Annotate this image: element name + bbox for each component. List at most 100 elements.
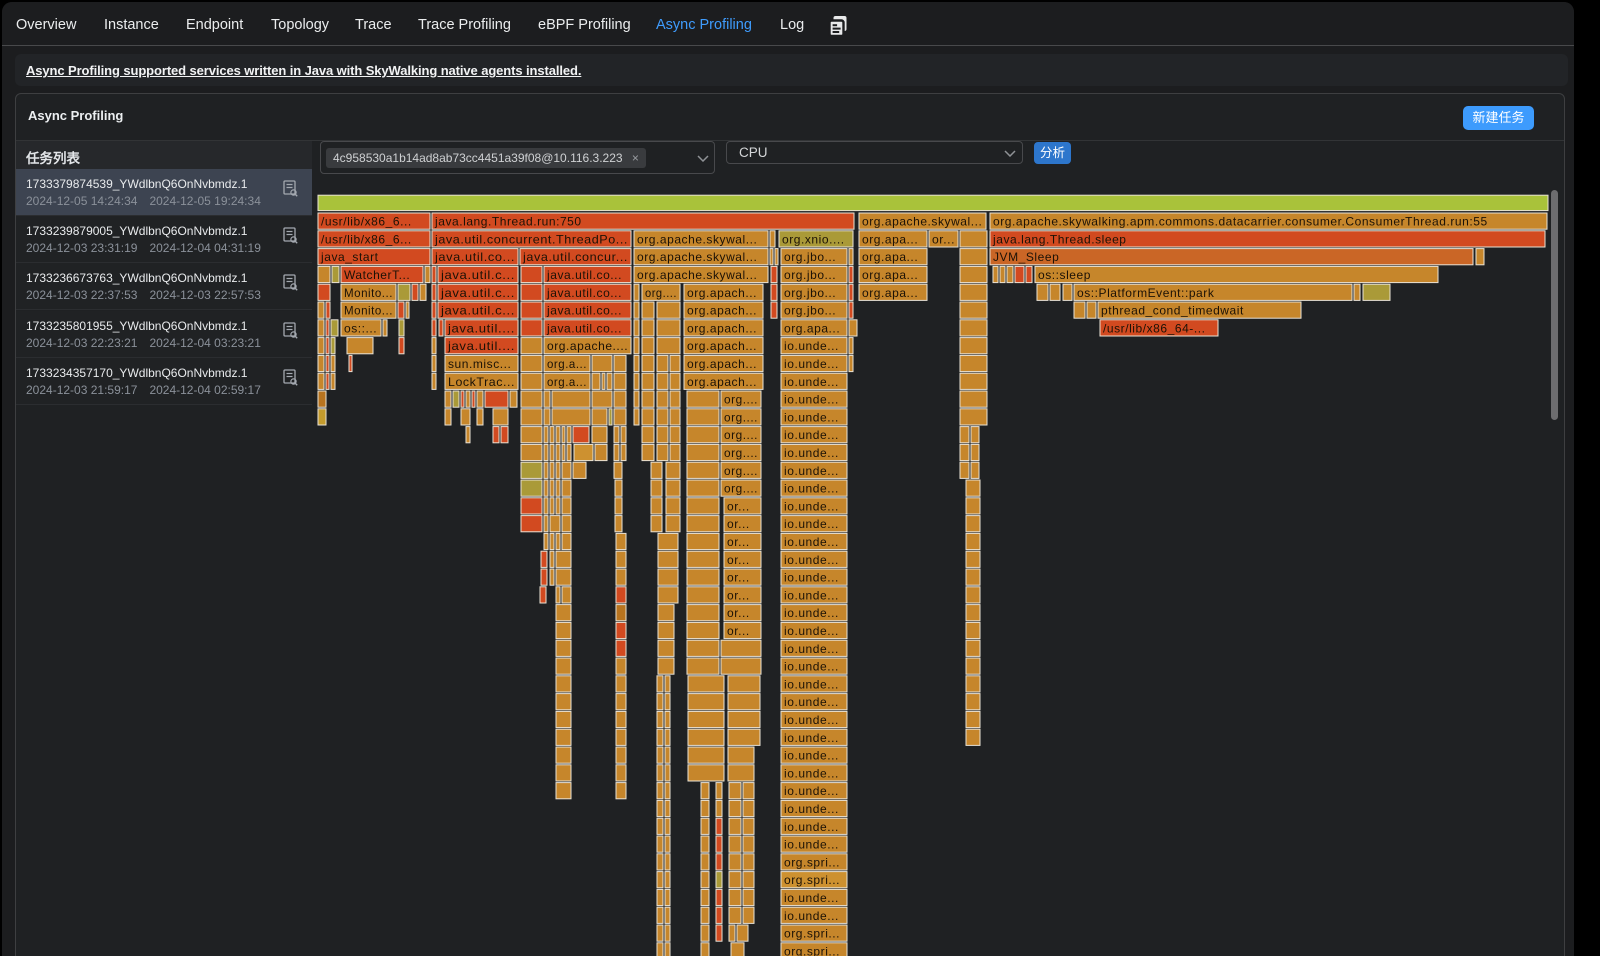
svg-text:org.apa...: org.apa... (862, 232, 918, 246)
svg-text:io.unde...: io.unde... (784, 446, 839, 460)
svg-text:java.util.concurrent.ThreadPo.: java.util.concurrent.ThreadPo... (434, 232, 628, 246)
svg-text:org....: org.... (724, 464, 758, 478)
svg-text:or...: or... (727, 499, 750, 513)
svg-text:os::...: os::... (344, 321, 377, 335)
svg-text:org....: org.... (724, 410, 758, 424)
svg-text:org.apache.skywalking.apm.comm: org.apache.skywalking.apm.commons.dataca… (993, 215, 1488, 229)
svg-text:java.util.concur...: java.util.concur... (522, 250, 628, 264)
svg-text:java.util.c...: java.util.c... (440, 268, 515, 282)
svg-text:org....: org.... (724, 428, 758, 442)
svg-text:or...: or... (727, 588, 750, 602)
svg-text:or...: or... (727, 571, 750, 585)
svg-text:org.a...: org.a... (547, 375, 587, 389)
svg-text:or...: or... (727, 624, 750, 638)
svg-text:io.unde...: io.unde... (784, 784, 839, 798)
svg-text:org.apache....: org.apache.... (547, 339, 628, 353)
svg-text:io.unde...: io.unde... (784, 357, 839, 371)
svg-text:org.apache.skywal...: org.apache.skywal... (637, 268, 757, 282)
svg-text:org.jbo...: org.jbo... (784, 250, 836, 264)
svg-text:JVM_Sleep: JVM_Sleep (993, 250, 1059, 264)
svg-text:io.unde...: io.unde... (784, 606, 839, 620)
svg-text:org....: org.... (724, 482, 758, 496)
svg-text:pthread_cond_timedwait: pthread_cond_timedwait (1101, 304, 1244, 318)
svg-text:io.unde...: io.unde... (784, 713, 839, 727)
svg-text:org....: org.... (724, 393, 758, 407)
svg-text:org.apache.skywal...: org.apache.skywal... (637, 250, 757, 264)
svg-text:io.unde...: io.unde... (784, 588, 839, 602)
svg-text:/usr/lib/x86_6...: /usr/lib/x86_6... (321, 215, 412, 229)
svg-text:io.unde...: io.unde... (784, 410, 839, 424)
svg-text:os::PlatformEvent::park: os::PlatformEvent::park (1077, 286, 1215, 300)
svg-text:org.spri...: org.spri... (784, 873, 840, 887)
svg-text:org.spri...: org.spri... (784, 944, 840, 956)
svg-text:org.apach...: org.apach... (687, 357, 757, 371)
svg-text:io.unde...: io.unde... (784, 766, 839, 780)
svg-text:org.spri...: org.spri... (784, 855, 840, 869)
svg-text:org....: org.... (724, 446, 758, 460)
svg-text:io.unde...: io.unde... (784, 891, 839, 905)
svg-text:org.apach...: org.apach... (687, 339, 757, 353)
svg-text:org.xnio....: org.xnio.... (782, 232, 845, 246)
svg-text:java.util.co...: java.util.co... (434, 250, 515, 264)
svg-text:or...: or... (932, 232, 955, 246)
svg-text:io.unde...: io.unde... (784, 393, 839, 407)
svg-text:LockTrac...: LockTrac... (448, 375, 515, 389)
svg-text:io.unde...: io.unde... (784, 535, 839, 549)
svg-text:java.util.c...: java.util.c... (440, 286, 515, 300)
svg-text:sun.misc...: sun.misc... (448, 357, 511, 371)
svg-text:org.jbo...: org.jbo... (784, 286, 836, 300)
svg-text:org.apache.skywal...: org.apache.skywal... (862, 215, 982, 229)
svg-text:org.apach...: org.apach... (687, 375, 757, 389)
svg-text:Monito...: Monito... (344, 286, 393, 300)
svg-text:org.apa...: org.apa... (862, 268, 918, 282)
svg-text:org.jbo...: org.jbo... (784, 304, 836, 318)
svg-text:io.unde...: io.unde... (784, 695, 839, 709)
svg-text:or...: or... (727, 553, 750, 567)
svg-text:org.spri...: org.spri... (784, 927, 840, 941)
svg-text:org.apach...: org.apach... (687, 321, 757, 335)
svg-text:java_start: java_start (320, 250, 379, 264)
svg-text:org....: org.... (645, 286, 677, 300)
svg-text:io.unde...: io.unde... (784, 624, 839, 638)
svg-text:org.a...: org.a... (547, 357, 587, 371)
svg-text:io.unde...: io.unde... (784, 499, 839, 513)
svg-text:io.unde...: io.unde... (784, 375, 839, 389)
svg-text:/usr/lib/x86_64-...: /usr/lib/x86_64-... (1103, 321, 1206, 335)
svg-text:java.util.co...: java.util.co... (546, 268, 622, 282)
svg-text:java.util.co...: java.util.co... (546, 304, 622, 318)
svg-text:io.unde...: io.unde... (784, 660, 839, 674)
svg-text:io.unde...: io.unde... (784, 749, 839, 763)
svg-text:io.unde...: io.unde... (784, 909, 839, 923)
svg-text:java.lang.Thread.run:750: java.lang.Thread.run:750 (434, 215, 582, 229)
svg-text:java.util....: java.util.... (447, 339, 515, 353)
svg-text:os::sleep: os::sleep (1038, 268, 1091, 282)
svg-text:java.util....: java.util.... (447, 321, 515, 335)
svg-text:io.unde...: io.unde... (784, 339, 839, 353)
svg-text:/usr/lib/x86_6...: /usr/lib/x86_6... (321, 232, 412, 246)
svg-text:org.apache.skywal...: org.apache.skywal... (637, 232, 757, 246)
svg-text:io.unde...: io.unde... (784, 482, 839, 496)
svg-text:io.unde...: io.unde... (784, 731, 839, 745)
svg-text:io.unde...: io.unde... (784, 802, 839, 816)
svg-text:or...: or... (727, 606, 750, 620)
svg-text:org.apach...: org.apach... (687, 286, 757, 300)
svg-text:io.unde...: io.unde... (784, 464, 839, 478)
svg-text:java.util.co...: java.util.co... (546, 286, 622, 300)
svg-text:org.apa...: org.apa... (862, 250, 918, 264)
svg-text:io.unde...: io.unde... (784, 677, 839, 691)
svg-text:io.unde...: io.unde... (784, 838, 839, 852)
svg-text:org.apa...: org.apa... (784, 321, 840, 335)
svg-text:io.unde...: io.unde... (784, 571, 839, 585)
svg-text:io.unde...: io.unde... (784, 428, 839, 442)
svg-text:WatcherT...: WatcherT... (344, 268, 410, 282)
svg-text:io.unde...: io.unde... (784, 553, 839, 567)
svg-text:io.unde...: io.unde... (784, 820, 839, 834)
svg-text:org.apa...: org.apa... (862, 286, 918, 300)
svg-text:Monito...: Monito... (344, 304, 393, 318)
svg-text:io.unde...: io.unde... (784, 517, 839, 531)
svg-text:or...: or... (727, 535, 750, 549)
svg-text:org.jbo...: org.jbo... (784, 268, 836, 282)
svg-text:java.lang.Thread.sleep: java.lang.Thread.sleep (992, 232, 1127, 246)
svg-text:io.unde...: io.unde... (784, 642, 839, 656)
svg-text:org.apach...: org.apach... (687, 304, 757, 318)
